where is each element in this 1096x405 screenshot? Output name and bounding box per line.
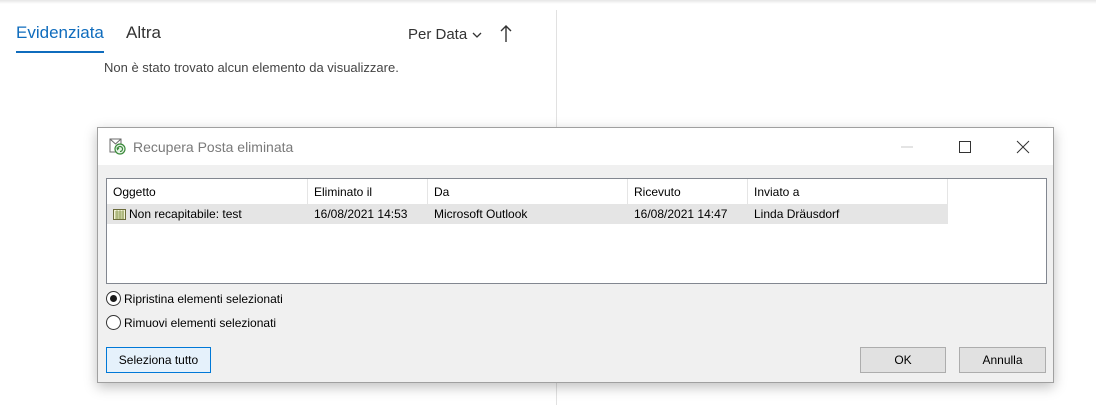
remove-selected-label: Rimuovi elementi selezionati xyxy=(124,315,277,330)
cell-from: Microsoft Outlook xyxy=(434,207,528,221)
minimize-icon xyxy=(901,146,913,147)
minimize-button[interactable] xyxy=(884,128,930,165)
cell-deleted-on: 16/08/2021 14:53 xyxy=(314,207,408,221)
sort-by-dropdown[interactable]: Per Data xyxy=(408,26,483,43)
column-header-deleted-on[interactable]: Eliminato il xyxy=(308,179,428,204)
dialog-titlebar[interactable]: Recupera Posta eliminata xyxy=(98,128,1053,165)
column-header-sent-to[interactable]: Inviato a xyxy=(748,179,948,204)
maximize-button[interactable] xyxy=(942,128,988,165)
recover-deleted-items-dialog: Recupera Posta eliminata Oggetto Elimina… xyxy=(97,127,1054,383)
list-header: Oggetto Eliminato il Da Ricevuto Inviato… xyxy=(107,179,948,204)
cell-received: 16/08/2021 14:47 xyxy=(634,207,728,221)
tab-featured[interactable]: Evidenziata xyxy=(16,23,104,43)
chevron-down-icon xyxy=(472,32,482,38)
tab-other[interactable]: Altra xyxy=(126,23,161,43)
deleted-items-list[interactable]: Oggetto Eliminato il Da Ricevuto Inviato… xyxy=(106,178,1047,284)
active-tab-indicator xyxy=(16,51,104,53)
dialog-title: Recupera Posta eliminata xyxy=(133,139,294,155)
empty-list-message: Non è stato trovato alcun elemento da vi… xyxy=(104,60,399,75)
cell-sent-to: Linda Dräusdorf xyxy=(754,207,840,221)
sort-ascending-arrow-icon[interactable] xyxy=(496,22,516,46)
close-button[interactable] xyxy=(1000,128,1046,165)
close-icon xyxy=(1016,140,1030,153)
maximize-icon xyxy=(959,140,971,153)
column-header-received[interactable]: Ricevuto xyxy=(628,179,748,204)
radio-indicator xyxy=(106,315,121,330)
subject-text: Non recapitabile: test xyxy=(129,207,242,221)
column-header-subject[interactable]: Oggetto xyxy=(107,179,308,204)
restore-selected-radio[interactable]: Ripristina elementi selezionati xyxy=(106,291,283,306)
restore-selected-label: Ripristina elementi selezionati xyxy=(124,291,283,306)
recover-mail-icon xyxy=(109,138,126,155)
undeliverable-message-icon xyxy=(113,208,126,220)
top-edge-shadow xyxy=(0,0,1096,4)
cell-subject: Non recapitabile: test xyxy=(107,204,308,224)
select-all-button[interactable]: Seleziona tutto xyxy=(106,347,211,373)
radio-indicator-checked xyxy=(106,291,121,306)
cancel-button[interactable]: Annulla xyxy=(959,347,1046,373)
sort-by-label: Per Data xyxy=(408,26,468,43)
remove-selected-radio[interactable]: Rimuovi elementi selezionati xyxy=(106,315,276,330)
table-row[interactable]: Non recapitabile: test 16/08/2021 14:53 … xyxy=(107,204,948,224)
ok-button[interactable]: OK xyxy=(860,347,946,373)
column-header-from[interactable]: Da xyxy=(428,179,628,204)
